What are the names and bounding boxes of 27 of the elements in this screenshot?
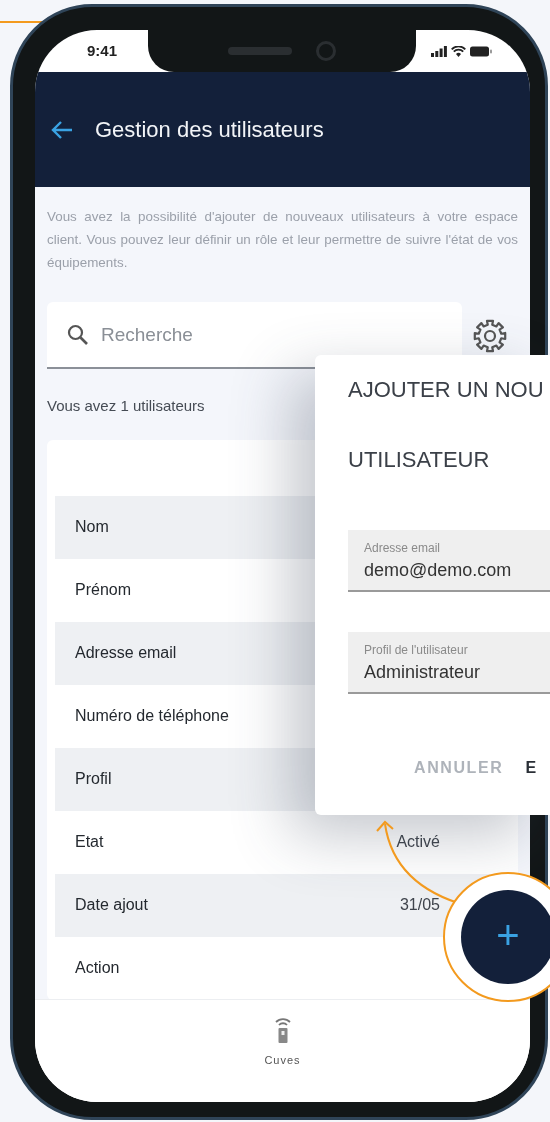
wifi-icon: [451, 45, 466, 57]
status-time: 9:41: [87, 40, 118, 61]
input-field[interactable]: Profil de l'utilisateur Administrateur: [348, 632, 550, 694]
page-title: Gestion des utilisateurs: [95, 116, 324, 144]
nav-tab[interactable]: Cuves: [258, 1012, 307, 1070]
detail-label: Profil: [75, 769, 112, 789]
dialog-title: UTILISATEUR: [348, 446, 491, 474]
settings-icon[interactable]: [473, 318, 507, 353]
input-field[interactable]: Adresse email demo@demo.com: [348, 530, 550, 592]
signal-icon: [431, 45, 447, 57]
intro-text: Vous avez la possibilité d'ajouter de nouveaux utilisateurs à votre espace client. Vous pouvez leur définir un rôle et leur permettre de suivre l'état de vos équipements.: [47, 208, 518, 272]
detail-value: Activé: [396, 832, 440, 852]
search-icon: [67, 324, 89, 346]
detail-label: Adresse email: [75, 643, 177, 663]
dialog-title: AJOUTER UN NOU: [348, 376, 545, 404]
back-arrow-icon[interactable]: [51, 119, 73, 140]
detail-label: Etat: [75, 832, 104, 852]
battery-icon: [470, 45, 492, 57]
detail-label: Nom: [75, 517, 109, 537]
save-button[interactable]: E: [525, 756, 538, 780]
detail-label: Action: [75, 958, 120, 978]
detail-value: 31/05: [399, 895, 440, 915]
detail-label: Date ajout: [75, 895, 148, 915]
search-field[interactable]: Recherche: [47, 302, 462, 369]
detail-label: Numéro de téléphone: [75, 706, 229, 726]
detail-label: Prénom: [75, 580, 132, 600]
user-count: Vous avez 1 utilisateurs: [47, 396, 205, 416]
